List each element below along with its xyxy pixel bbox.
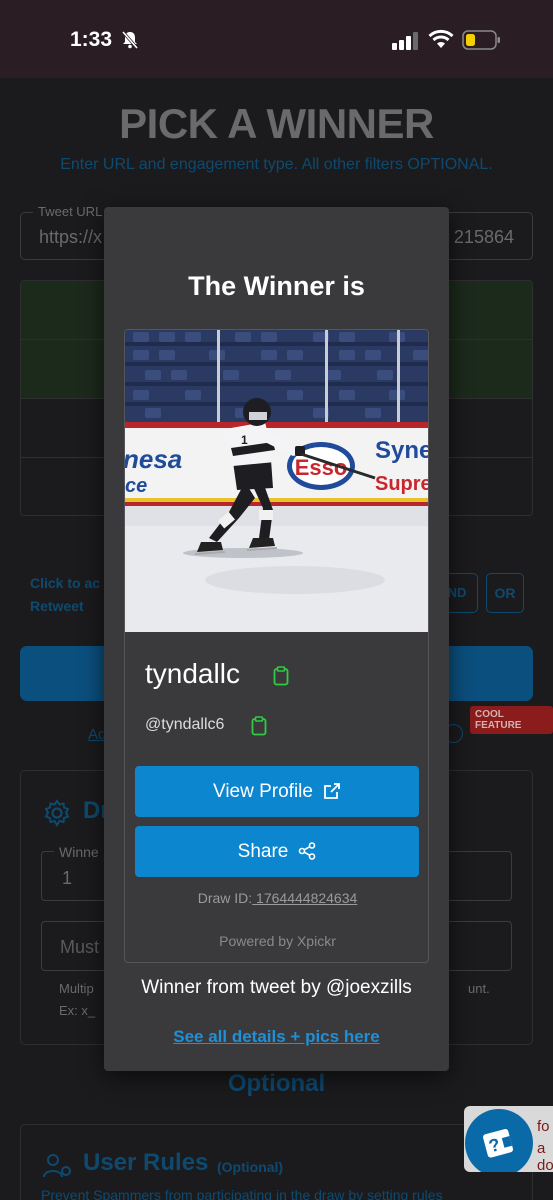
user-settings-icon bbox=[43, 1153, 73, 1184]
user-rules-optional: (Optional) bbox=[217, 1159, 284, 1175]
see-details-link[interactable]: See all details + pics here bbox=[104, 1027, 449, 1047]
helper-text-end: unt. bbox=[468, 981, 490, 996]
winner-card: nesa ce Esso Syne Supre 1 tyndallc @tynd… bbox=[124, 329, 429, 963]
cool-feature-badge: COOL FEATURE bbox=[470, 706, 553, 734]
or-button[interactable]: OR bbox=[486, 573, 524, 613]
winners-value: 1 bbox=[62, 868, 73, 888]
winners-label: Winne bbox=[54, 844, 104, 860]
status-time: 1:33 bbox=[70, 28, 113, 51]
help-widget[interactable]: ? fo a do bbox=[464, 1106, 553, 1172]
help-text: fo bbox=[537, 1118, 550, 1135]
share-icon bbox=[299, 842, 316, 860]
status-bar: 1:33 bbox=[0, 0, 553, 78]
battery-icon bbox=[462, 30, 502, 55]
share-label: Share bbox=[237, 841, 289, 862]
must-include-placeholder: Must bbox=[60, 937, 100, 957]
modal-title: The Winner is bbox=[188, 271, 365, 301]
help-text-2: a do bbox=[537, 1140, 553, 1172]
cellular-signal-icon bbox=[392, 32, 420, 55]
powered-by-text: Powered by Xpickr bbox=[219, 933, 336, 949]
user-rules-title: User Rules bbox=[83, 1149, 209, 1176]
help-icon[interactable]: ? bbox=[465, 1109, 533, 1172]
winner-photo: nesa ce Esso Syne Supre 1 bbox=[125, 330, 429, 632]
gear-icon bbox=[43, 799, 71, 832]
tweet-url-value-end: 215864 bbox=[453, 227, 514, 247]
user-rules-card: User Rules (Optional) Prevent Spammers f… bbox=[20, 1124, 533, 1200]
page-title: PICK A WINNER bbox=[119, 100, 434, 147]
wifi-icon bbox=[428, 29, 454, 54]
tweet-url-value: https://x bbox=[39, 227, 103, 247]
helper-example: Ex: x_ bbox=[59, 1003, 96, 1018]
winner-modal: The Winner is nesa ce Esso Syne Supre 1 … bbox=[104, 207, 449, 1071]
user-rules-description: Prevent Spammers from participating in t… bbox=[41, 1187, 443, 1200]
external-link-icon bbox=[324, 783, 340, 799]
winner-handle: @tyndallc6 bbox=[145, 716, 225, 733]
view-profile-label: View Profile bbox=[213, 781, 313, 802]
sign-text-right-1: Syne bbox=[375, 437, 429, 464]
copy-handle-icon[interactable] bbox=[251, 716, 267, 741]
sign-text-right-2: Supre bbox=[375, 473, 429, 495]
draw-id: Draw ID: 1764444824634 bbox=[125, 890, 428, 906]
page-subtitle: Enter URL and engagement type. All other… bbox=[60, 156, 493, 173]
copy-name-icon[interactable] bbox=[273, 666, 289, 691]
optional-heading: Optional bbox=[227, 1070, 326, 1097]
silent-bell-icon bbox=[120, 30, 140, 55]
draw-id-link[interactable]: 1764444824634 bbox=[252, 890, 357, 906]
tweet-url-label: Tweet URL bbox=[33, 204, 108, 219]
helper-text: Multip bbox=[59, 981, 94, 996]
share-button[interactable]: Share bbox=[135, 826, 419, 877]
click-to-add-text: Click to ac Retweet bbox=[30, 572, 100, 618]
draw-id-label: Draw ID: bbox=[197, 890, 253, 906]
svg-text:1: 1 bbox=[241, 433, 248, 447]
sign-text-left-2: ce bbox=[125, 475, 147, 497]
winner-name: tyndallc bbox=[145, 658, 240, 689]
view-profile-button[interactable]: View Profile bbox=[135, 766, 419, 817]
click-text-line2: Retweet bbox=[30, 598, 84, 614]
winner-source-text: Winner from tweet by @joexzills bbox=[141, 977, 412, 998]
sign-text-left-1: nesa bbox=[125, 444, 182, 474]
click-text-line1: Click to ac bbox=[30, 575, 101, 591]
